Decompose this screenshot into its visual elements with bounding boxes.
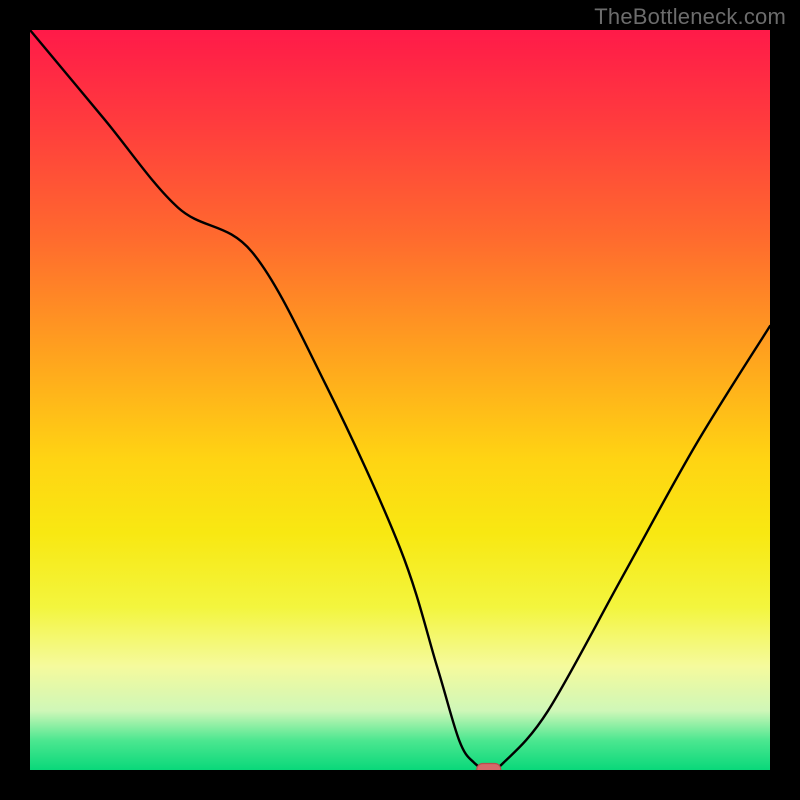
chart-frame: TheBottleneck.com [0, 0, 800, 800]
bottleneck-curve [30, 30, 770, 770]
chart-svg [30, 30, 770, 770]
watermark-text: TheBottleneck.com [594, 4, 786, 30]
plot-area [30, 30, 770, 770]
optimal-marker [477, 764, 501, 771]
